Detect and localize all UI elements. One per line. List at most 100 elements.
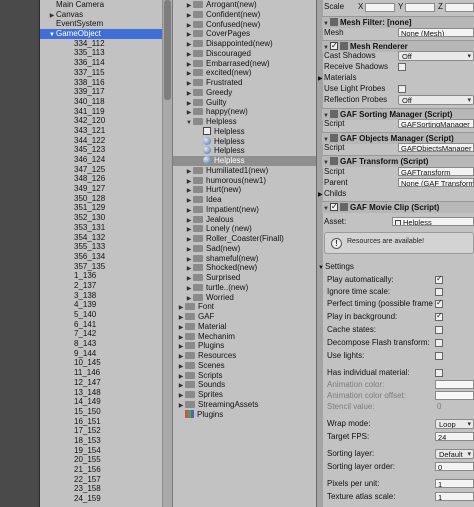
hierarchy-item[interactable]: 342_120 <box>40 116 162 126</box>
hierarchy-item[interactable]: 346_124 <box>40 155 162 165</box>
hierarchy-item[interactable]: 337_115 <box>40 68 162 78</box>
project-item[interactable]: ▶ Sounds <box>173 380 317 390</box>
ignore-time-scale-checkbox[interactable] <box>435 288 443 296</box>
project-item[interactable]: ▶ turtle..(new) <box>173 283 317 293</box>
hierarchy-item[interactable]: 15_150 <box>40 407 162 417</box>
wrap-mode-dropdown[interactable]: Loop <box>435 419 474 429</box>
project-item[interactable]: ▶ Scenes <box>173 361 317 371</box>
hierarchy-item[interactable]: 9_144 <box>40 349 162 359</box>
hierarchy-item[interactable]: 20_155 <box>40 455 162 465</box>
hierarchy-item[interactable]: 2_137 <box>40 281 162 291</box>
project-item[interactable]: ▶ humorous(new1) <box>173 176 317 186</box>
materials-foldout[interactable]: ▶Materials <box>318 73 356 83</box>
hierarchy-item[interactable]: 24_159 <box>40 494 162 504</box>
hierarchy-item[interactable]: Main Camera <box>40 0 162 10</box>
project-item[interactable]: ▶ Font <box>173 302 317 312</box>
hierarchy-item[interactable]: 13_148 <box>40 388 162 398</box>
project-item[interactable]: Helpless <box>173 146 317 156</box>
project-item[interactable]: ▶ Embarrased(new) <box>173 59 317 69</box>
decompose-flash-checkbox[interactable] <box>435 339 443 347</box>
hierarchy-item[interactable]: 3_138 <box>40 291 162 301</box>
pixels-per-unit-field[interactable]: 1 <box>435 479 474 488</box>
project-item[interactable]: ▶ Roller_Coaster(Finall) <box>173 234 317 244</box>
project-item[interactable]: ▶ Confident(new) <box>173 10 317 20</box>
project-item[interactable]: ▶ Shocked(new) <box>173 263 317 273</box>
hierarchy-item[interactable]: 8_143 <box>40 339 162 349</box>
mesh-filter-header[interactable]: ▼ Mesh Filter: [none] <box>322 16 474 28</box>
use-light-probes-checkbox[interactable] <box>398 85 406 93</box>
project-item[interactable]: ▶ Humiliated1(new) <box>173 166 317 176</box>
project-item[interactable]: ▶ Plugins <box>173 341 317 351</box>
project-item[interactable]: ▶ Discouraged <box>173 49 317 59</box>
hierarchy-scroll-thumb[interactable] <box>164 0 171 100</box>
hierarchy-item[interactable]: 345_123 <box>40 145 162 155</box>
receive-shadows-checkbox[interactable] <box>398 63 406 71</box>
hierarchy-item[interactable]: 21_156 <box>40 465 162 475</box>
hierarchy-item[interactable]: 336_114 <box>40 58 162 68</box>
project-item[interactable]: ▶ Idea <box>173 195 317 205</box>
hierarchy-item[interactable]: 17_152 <box>40 426 162 436</box>
hierarchy-item[interactable]: 6_141 <box>40 320 162 330</box>
hierarchy-item[interactable]: 351_129 <box>40 203 162 213</box>
hierarchy-item[interactable]: 335_113 <box>40 48 162 58</box>
hierarchy-item[interactable]: 7_142 <box>40 329 162 339</box>
hierarchy-item[interactable]: 12_147 <box>40 378 162 388</box>
hierarchy-item[interactable]: 22_157 <box>40 475 162 485</box>
project-item[interactable]: ▶ Jealous <box>173 215 317 225</box>
project-item[interactable]: ▶ Lonely (new) <box>173 224 317 234</box>
project-item[interactable]: ▶ Impatient(new) <box>173 205 317 215</box>
target-fps-field[interactable]: 24 <box>435 432 474 441</box>
project-item[interactable]: ▶ Arrogant(new) <box>173 0 317 10</box>
play-in-background-checkbox[interactable] <box>435 311 443 321</box>
expanded-arrow-icon[interactable]: ▼ <box>48 31 56 41</box>
hierarchy-item[interactable]: 18_153 <box>40 436 162 446</box>
hierarchy-item[interactable]: 23_158 <box>40 484 162 494</box>
hierarchy-item[interactable]: ▶ Canvas <box>40 10 162 20</box>
hierarchy-item[interactable]: 357_135 <box>40 262 162 272</box>
project-item[interactable]: ▶ Worried <box>173 293 317 303</box>
sorting-script-field[interactable]: GAFSortingManager <box>398 119 474 128</box>
scale-z-field[interactable] <box>445 3 474 12</box>
project-item[interactable]: ▶ Sad(new) <box>173 244 317 254</box>
project-item[interactable]: Helpless <box>173 126 317 137</box>
project-item[interactable]: ▶ Hurt(new) <box>173 185 317 195</box>
project-item[interactable]: ▶ GAF <box>173 312 317 322</box>
hierarchy-item[interactable]: 347_125 <box>40 165 162 175</box>
project-item[interactable]: Helpless <box>173 156 317 166</box>
hierarchy-item[interactable]: EventSystem <box>40 19 162 29</box>
parent-field[interactable]: None (GAF Transform) <box>398 178 474 187</box>
cast-shadows-dropdown[interactable]: Off <box>398 51 474 61</box>
hierarchy-item[interactable]: 5_140 <box>40 310 162 320</box>
project-item[interactable]: ▶ Guilty <box>173 98 317 108</box>
texture-atlas-scale-field[interactable]: 1 <box>435 492 474 501</box>
hierarchy-item[interactable]: 341_119 <box>40 107 162 117</box>
hierarchy-item[interactable]: 354_132 <box>40 233 162 243</box>
mesh-field[interactable]: None (Mesh) <box>398 28 474 37</box>
project-item[interactable]: ▶ Sprites <box>173 390 317 400</box>
hierarchy-item[interactable]: 1_136 <box>40 271 162 281</box>
mesh-renderer-enabled-checkbox[interactable] <box>330 40 338 52</box>
hierarchy-item[interactable]: 355_133 <box>40 242 162 252</box>
hierarchy-item[interactable]: 10_145 <box>40 358 162 368</box>
hierarchy-scrollbar[interactable] <box>162 0 172 507</box>
hierarchy-item[interactable]: 11_146 <box>40 368 162 378</box>
play-automatically-checkbox[interactable] <box>435 274 443 284</box>
settings-foldout[interactable]: ▼Settings <box>318 262 354 272</box>
project-item[interactable]: ▶ Mechanim <box>173 332 317 342</box>
asset-field[interactable]: Helpless <box>392 217 474 226</box>
hierarchy-item[interactable]: ▼GameObject <box>40 29 162 39</box>
project-item[interactable]: ▶ Material <box>173 322 317 332</box>
hierarchy-item[interactable]: 348_126 <box>40 174 162 184</box>
hierarchy-item[interactable]: 19_154 <box>40 446 162 456</box>
reflection-probes-dropdown[interactable]: Off <box>398 95 474 105</box>
sorting-layer-dropdown[interactable]: Default <box>435 449 474 459</box>
project-item[interactable]: ▶ excited(new) <box>173 68 317 78</box>
cache-states-checkbox[interactable] <box>435 326 443 334</box>
project-item[interactable]: ▶ StreamingAssets <box>173 400 317 410</box>
project-item[interactable]: ▶ Confused(new) <box>173 20 317 30</box>
hierarchy-item[interactable]: 350_128 <box>40 194 162 204</box>
transform-script-field[interactable]: GAFTransform <box>398 167 474 176</box>
project-item[interactable]: ▶ Surprised <box>173 273 317 283</box>
movie-clip-enabled-checkbox[interactable] <box>330 201 338 213</box>
hierarchy-item[interactable]: 334_112 <box>40 39 162 49</box>
